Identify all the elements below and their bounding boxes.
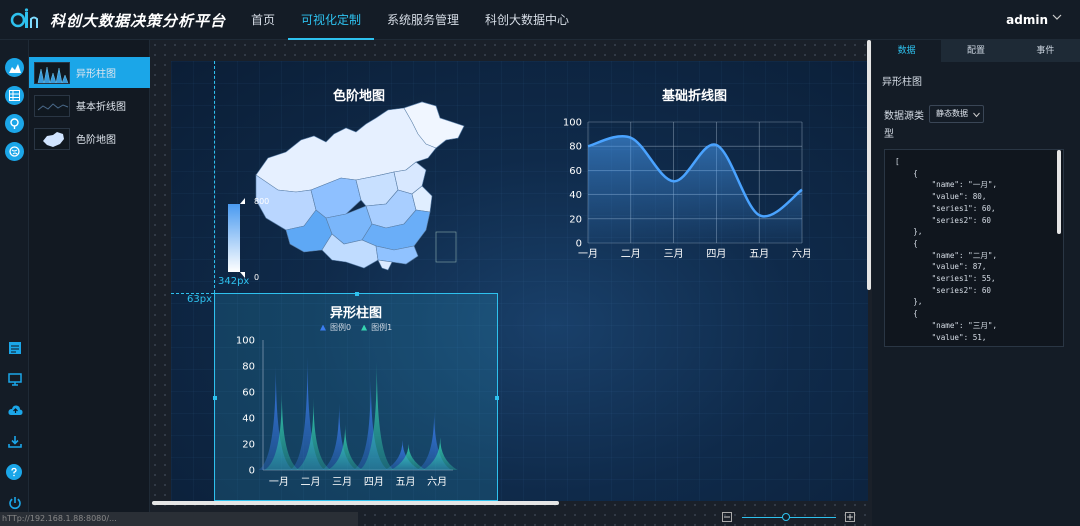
app-title: 科创大数据决策分析平台 bbox=[50, 11, 227, 30]
editor-scrollbar[interactable] bbox=[1057, 150, 1061, 234]
power-icon[interactable] bbox=[7, 495, 23, 511]
component-label: 色阶地图 bbox=[76, 135, 116, 146]
properties-tabs: 数据 配置 事件 bbox=[872, 40, 1080, 62]
data-editor[interactable]: [ { "name": "一月", "value": 80, "series1"… bbox=[884, 149, 1064, 347]
map-thumb-icon bbox=[34, 127, 70, 150]
line-chart-title: 基础折线图 bbox=[662, 89, 728, 104]
nav-data-center[interactable]: 科创大数据中心 bbox=[472, 0, 582, 40]
bar-y-tick-label: 80 bbox=[242, 362, 255, 373]
guide-top-offset: 342px bbox=[218, 276, 250, 287]
chevron-down-icon bbox=[973, 112, 980, 118]
cloud-upload-icon[interactable] bbox=[7, 402, 23, 418]
line-x-tick-label: 四月 bbox=[706, 248, 726, 260]
special-bar-chart[interactable]: 0 20 40 60 80 100 一月 二月 三月 四月 五月 六月 bbox=[225, 330, 460, 492]
map-legend-max: 800 bbox=[254, 197, 270, 206]
special-bar-thumb-icon bbox=[34, 61, 70, 84]
bar-x-tick-label: 六月 bbox=[427, 476, 447, 488]
guide-left-offset: 63px bbox=[187, 294, 212, 305]
user-name[interactable]: admin bbox=[1006, 13, 1048, 27]
chevron-down-icon[interactable] bbox=[1052, 12, 1062, 25]
top-bar: 科创大数据决策分析平台 首页 可视化定制 系统服务管理 科创大数据中心 admi… bbox=[0, 0, 1080, 40]
line-x-tick-label: 五月 bbox=[749, 248, 769, 260]
selected-component-name: 异形柱图 bbox=[882, 77, 922, 88]
line-x-tick-label: 六月 bbox=[792, 248, 810, 260]
line-x-tick-label: 一月 bbox=[578, 248, 598, 260]
left-rail bbox=[0, 40, 29, 526]
tab-data[interactable]: 数据 bbox=[872, 40, 942, 62]
properties-panel: 数据 配置 事件 异形柱图 数据源类型 静态数据 [ { "name": "一月… bbox=[872, 40, 1080, 526]
bar-x-tick-label: 一月 bbox=[269, 476, 289, 488]
bar-y-tick-label: 60 bbox=[242, 388, 255, 399]
resize-handle-left[interactable] bbox=[213, 396, 217, 400]
chart-category-icon[interactable] bbox=[5, 58, 24, 77]
logo-mark bbox=[10, 8, 44, 32]
tab-events[interactable]: 事件 bbox=[1010, 40, 1080, 62]
line-y-tick-label: 0 bbox=[576, 239, 582, 250]
help-icon[interactable] bbox=[6, 464, 22, 480]
download-icon[interactable] bbox=[7, 433, 23, 449]
logo: 科创大数据决策分析平台 bbox=[10, 8, 226, 32]
zoom-slider-handle[interactable] bbox=[782, 513, 790, 521]
map-legend-min: 0 bbox=[254, 273, 260, 282]
canvas-horizontal-scrollbar[interactable] bbox=[152, 501, 559, 505]
bar-y-tick-label: 20 bbox=[242, 440, 255, 451]
line-chart-thumb-icon bbox=[34, 94, 70, 117]
line-y-tick-label: 20 bbox=[569, 214, 582, 225]
canvas-vertical-scrollbar[interactable] bbox=[867, 40, 871, 290]
resize-handle-right[interactable] bbox=[495, 396, 499, 400]
component-item-color-map[interactable]: 色阶地图 bbox=[29, 123, 150, 154]
resize-handle-top[interactable] bbox=[355, 292, 359, 296]
guide-vertical bbox=[214, 61, 215, 293]
line-y-tick-label: 100 bbox=[563, 118, 582, 129]
bar-x-tick-label: 二月 bbox=[301, 476, 321, 488]
data-editor-content[interactable]: [ { "name": "一月", "value": 80, "series1"… bbox=[895, 156, 1063, 343]
globe-category-icon[interactable] bbox=[5, 142, 24, 161]
bar-x-tick-label: 五月 bbox=[396, 476, 416, 488]
file-icon[interactable] bbox=[7, 340, 23, 356]
component-panel: 异形柱图 基本折线图 色阶地图 bbox=[29, 40, 150, 526]
monitor-icon[interactable] bbox=[7, 371, 23, 387]
map-category-icon[interactable] bbox=[5, 114, 24, 133]
line-chart[interactable]: 0 20 40 60 80 100 一月 二月 三月 四月 五月 六月 bbox=[560, 112, 810, 267]
bar-y-tick-label: 40 bbox=[242, 414, 255, 425]
line-x-tick-label: 二月 bbox=[621, 248, 641, 260]
component-label: 异形柱图 bbox=[76, 69, 116, 80]
line-y-tick-label: 80 bbox=[569, 142, 582, 153]
bar-y-tick-label: 100 bbox=[236, 336, 255, 347]
line-x-tick-label: 三月 bbox=[664, 248, 684, 260]
data-source-value: 静态数据 bbox=[936, 109, 968, 118]
nav-visual-custom[interactable]: 可视化定制 bbox=[288, 0, 375, 40]
line-y-tick-label: 40 bbox=[569, 190, 582, 201]
tab-config[interactable]: 配置 bbox=[941, 40, 1011, 62]
bar-x-tick-label: 三月 bbox=[332, 476, 352, 488]
line-y-tick-label: 60 bbox=[569, 166, 582, 177]
color-map[interactable] bbox=[226, 100, 471, 285]
table-category-icon[interactable] bbox=[5, 86, 24, 105]
nav-home[interactable]: 首页 bbox=[238, 0, 288, 40]
nav-system-service[interactable]: 系统服务管理 bbox=[374, 0, 472, 40]
data-source-select[interactable]: 静态数据 bbox=[929, 105, 984, 123]
bar-chart-title: 异形柱图 bbox=[330, 306, 383, 321]
zoom-in-icon[interactable] bbox=[845, 512, 855, 522]
data-source-label: 数据源类型 bbox=[884, 111, 924, 140]
zoom-control bbox=[720, 510, 860, 524]
bar-y-tick-label: 0 bbox=[249, 466, 255, 477]
line-area bbox=[588, 136, 802, 243]
zoom-out-icon[interactable] bbox=[722, 512, 732, 522]
component-item-special-bar[interactable]: 异形柱图 bbox=[29, 57, 150, 88]
status-bar: hTTp://192.168.1.88:8080/... bbox=[0, 512, 358, 526]
component-item-basic-line[interactable]: 基本折线图 bbox=[29, 90, 150, 121]
component-label: 基本折线图 bbox=[76, 102, 126, 113]
main-nav: 首页 可视化定制 系统服务管理 科创大数据中心 bbox=[238, 0, 582, 40]
bar-x-tick-label: 四月 bbox=[364, 476, 384, 488]
